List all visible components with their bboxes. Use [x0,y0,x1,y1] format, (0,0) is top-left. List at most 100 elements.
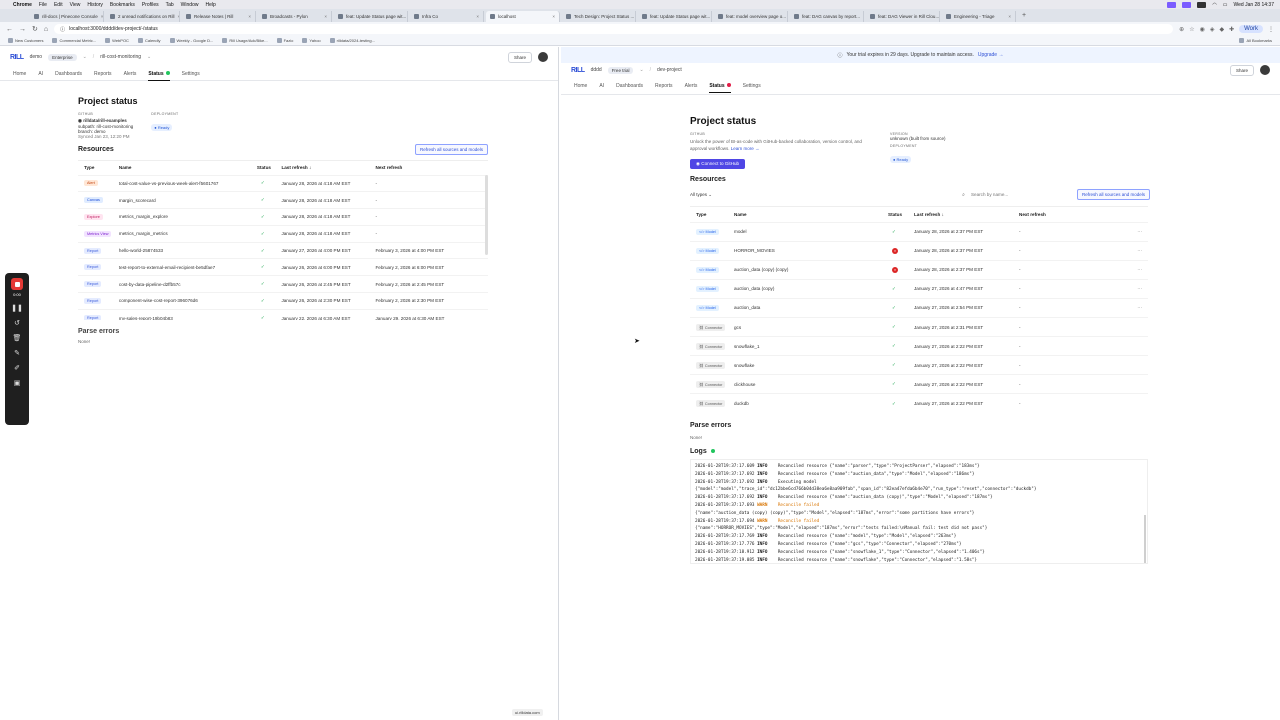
table-row[interactable]: Alert total-cost-value-vs-previous-week-a… [78,175,488,192]
profile-button[interactable]: Work [1239,25,1263,33]
upgrade-link[interactable]: Upgrade → [978,52,1004,58]
home-icon[interactable]: ⌂ [44,26,48,33]
chevron-down-icon[interactable]: ⌄ [83,54,87,60]
resource-name[interactable]: my-sales-report-19b04b83 [119,309,257,320]
search-input[interactable] [970,192,1071,197]
browser-tab[interactable]: feat: DAG canvas by report...× [790,11,864,22]
column-header[interactable]: Next refresh [1019,207,1129,222]
logs-scrollbar[interactable] [1144,514,1146,563]
resource-name[interactable]: total-cost-value-vs-previous-week-alert-… [119,175,257,192]
table-row[interactable]: ⛓ Connector snowflake ✓ January 27, 2026 at… [690,355,1148,375]
table-row[interactable]: </> Model model ✓ January 28, 2026 at 2:37 … [690,222,1148,241]
resource-name[interactable]: cost-by-data-pipeline-d2ffb57c [119,276,257,293]
column-header[interactable]: Next refresh [376,161,489,175]
resource-name[interactable]: test-report-to-external-email-recipient-… [119,259,257,276]
bookmark-item[interactable]: rilldata/2024-testing... [329,38,375,43]
status-app-icon[interactable] [1197,1,1207,8]
tab-ai[interactable]: AI [599,83,604,89]
more-menu-icon[interactable]: ⋮ [1268,26,1274,33]
resource-name[interactable]: HORROR_MOVIES [734,241,888,260]
type-filter-dropdown[interactable]: All types ⌄ [690,192,712,198]
resource-name[interactable]: component-wise-cost-report-396076d6 [119,293,257,310]
column-header[interactable]: Type [78,161,119,175]
tab-reports[interactable]: Reports [94,71,112,77]
resource-name[interactable]: snowflake_1 [734,337,888,356]
project-name[interactable]: rill-cost-monitoring [100,54,141,60]
tab-alerts[interactable]: Alerts [685,83,698,89]
url-text[interactable]: localhost:3000/dddd/dev-project/-/status [69,26,158,32]
camera-icon[interactable]: ▣ [14,380,21,387]
table-row[interactable]: ⛓ Connector clickhouse ✓ January 27, 2026 a… [690,374,1148,394]
close-tab-icon[interactable]: × [248,14,251,19]
browser-tab[interactable]: feat: Update Status page wit...× [638,11,712,22]
browser-tab[interactable]: localhost × [486,11,560,22]
resource-name[interactable]: metrics_margin_explore [119,209,257,226]
table-row[interactable]: </> Model auction_data (copy) ✓ January 27,… [690,279,1148,298]
share-button[interactable]: Share [1229,64,1254,76]
org-name[interactable]: demo [30,54,43,60]
tab-status[interactable]: Status [148,70,170,81]
reload-icon[interactable]: ↻ [32,25,38,33]
table-row[interactable]: Canvas margin_scorecard ✓ January 28, 2026 … [78,191,488,209]
tab-home[interactable]: Home [13,71,26,77]
refresh-all-button[interactable]: Refresh all sources and models [1076,189,1150,200]
table-row[interactable]: </> Model auction_data (copy) (copy) × Janu… [690,260,1148,279]
bookmark-item[interactable]: New Customers [8,38,43,43]
forward-icon[interactable]: → [19,26,26,33]
tab-dashboards[interactable]: Dashboards [55,71,82,77]
browser-tab[interactable]: Release Notes | Rill × [182,11,256,22]
learn-more-link[interactable]: Learn more → [731,146,760,151]
bookmark-item[interactable]: Rill Usage/Ack/Bike... [222,38,268,43]
column-header[interactable]: Name [734,207,888,222]
table-row[interactable]: Explore metrics_margin_explore ✓ January 28… [78,208,488,226]
bookmark-item[interactable]: Commercial Metric... [52,38,96,43]
close-tab-icon[interactable]: × [476,14,479,19]
resource-name[interactable]: auction_data (copy) (copy) [734,260,888,279]
extensions-puzzle-icon[interactable]: ✚ [1229,26,1234,33]
menu-help[interactable]: Help [205,2,215,8]
browser-tab[interactable]: Engineering - Triage × [942,11,1016,22]
browser-tab[interactable]: feat: Update Status page wit...× [334,11,408,22]
browser-tab[interactable]: Tech Design: Project Status ...× [562,11,636,22]
menu-profiles[interactable]: Profiles [142,2,159,8]
column-header[interactable]: Last refresh ↓ [281,161,375,175]
more-actions-icon[interactable]: ··· [1137,248,1142,253]
menu-file[interactable]: File [39,2,47,8]
more-actions-icon[interactable]: ··· [1137,286,1142,291]
browser-tab[interactable]: Broadcasts - Pylon × [258,11,332,22]
record-button[interactable] [11,278,23,290]
bookmark-item[interactable]: Fazio [276,38,293,43]
column-header[interactable]: Type [690,207,734,222]
resource-name[interactable]: auction_data [734,298,888,317]
tab-ai[interactable]: AI [38,71,43,77]
resource-name[interactable]: duckdb [734,394,888,413]
table-row[interactable]: Report my-sales-report-19b04b83 ✓ January 2… [78,309,488,320]
resource-name[interactable]: snowflake [734,356,888,375]
resource-name[interactable]: margin_scorecard [119,192,257,209]
connect-github-button[interactable]: ◉ Connect to GitHub [690,159,746,169]
resource-name[interactable]: gcs [734,317,888,336]
column-header[interactable]: Name [119,161,257,175]
menu-tab[interactable]: Tab [166,2,174,8]
tab-dashboards[interactable]: Dashboards [616,83,643,89]
logs-panel[interactable]: 2026-01-28T19:37:17.609 INFO Reconciled … [690,458,1148,564]
more-actions-icon[interactable]: ··· [1137,229,1142,234]
repo-link[interactable]: rilldata/rill-examples [83,118,127,123]
avatar[interactable] [1260,65,1270,75]
table-row[interactable]: Report cost-by-data-pipeline-d2ffb57c ✓ Jan… [78,275,488,293]
tab-home[interactable]: Home [574,83,587,89]
rill-logo[interactable]: RILL [10,54,24,61]
table-row[interactable]: Report hello-world-25874533 ✓ January 27, 2… [78,242,488,259]
bookmark-item[interactable]: Calendly [137,38,161,43]
menu-window[interactable]: Window [181,2,199,8]
bookmark-star-icon[interactable]: ☆ [1189,26,1194,33]
org-name[interactable]: dddd [591,67,602,73]
url-bar[interactable]: ⓘ localhost:3000/dddd/dev-project/-/stat… [54,24,1174,34]
close-tab-icon[interactable]: × [324,14,327,19]
close-tab-icon[interactable]: × [863,14,864,19]
new-tab-button[interactable]: + [1022,12,1026,19]
more-actions-icon[interactable]: ··· [1137,305,1142,310]
highlighter-icon[interactable]: ✐ [14,365,20,372]
table-row[interactable]: Metrics View metrics_margin_metrics ✓ Janua… [78,225,488,242]
bookmark-item[interactable]: WebPOC [105,38,129,43]
